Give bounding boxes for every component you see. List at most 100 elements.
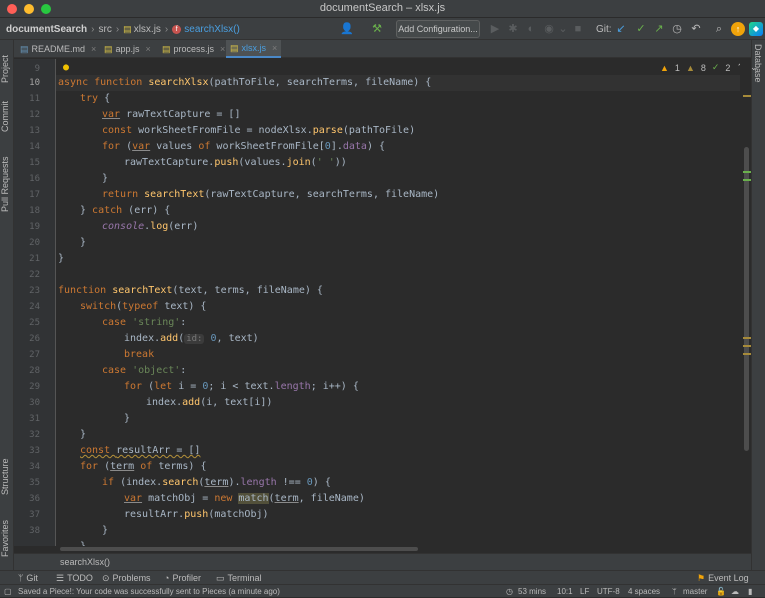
code-line: function searchText(text, terms, fileNam… (58, 285, 323, 296)
code-line: for (let i = 0; i < text.length; i++) { (124, 381, 359, 392)
scrollbar-thumb[interactable] (60, 547, 418, 551)
close-tab-icon[interactable]: × (220, 44, 225, 54)
code-line: console.log(err) (102, 221, 199, 232)
coverage-icon[interactable]: ◐ (524, 22, 538, 36)
line-number: 19 (29, 222, 40, 232)
js-file-icon: ▤ (104, 43, 113, 54)
profile-icon[interactable]: ◉ (542, 22, 556, 36)
user-icon[interactable]: 👤 (340, 22, 354, 36)
attach-icon[interactable]: ⌄ (556, 22, 570, 36)
close-tab-icon[interactable]: × (146, 44, 151, 54)
pull-requests-tool-button[interactable]: Pull Requests (0, 150, 14, 218)
code-line: } (80, 429, 87, 440)
folder-crumb[interactable]: src (98, 24, 111, 35)
build-hammer-icon[interactable]: ⚒ (370, 22, 384, 36)
update-icon[interactable]: ↑ (731, 22, 745, 36)
editor-tabs: ▤ README.md × ▤ app.js × ▤ process.js × … (14, 40, 751, 58)
line-separator[interactable]: LF (580, 585, 589, 598)
problems-tool-button[interactable]: ⊙ Problems (102, 571, 151, 585)
code-line: var rawTextCapture = [] (102, 109, 241, 120)
vertical-scrollbar[interactable] (740, 59, 751, 546)
error-stripe-marker[interactable] (743, 337, 751, 339)
add-configuration-button[interactable]: Add Configuration... (396, 20, 480, 38)
code-line: } (80, 539, 86, 546)
horizontal-scrollbar[interactable] (56, 546, 740, 552)
layout-icon[interactable]: ▢ (4, 585, 12, 598)
terminal-tool-button[interactable]: ▭ Terminal (216, 571, 262, 585)
structure-tool-button[interactable]: Structure (0, 452, 14, 502)
ok-count: 2 (725, 62, 731, 73)
error-stripe-marker[interactable] (743, 95, 751, 97)
file-encoding[interactable]: UTF-8 (597, 585, 620, 598)
git-branch[interactable]: master (683, 585, 707, 598)
status-message[interactable]: Saved a Piece!: Your code was successful… (18, 585, 280, 598)
line-number: 26 (29, 334, 40, 344)
git-push-icon[interactable]: ↗ (652, 22, 666, 36)
line-number: 25 (29, 318, 40, 328)
clock-icon: ◷ (506, 587, 513, 596)
run-icon[interactable]: ▶ (488, 22, 502, 36)
history-icon[interactable]: ◷ (670, 22, 684, 36)
tab-label: process.js (173, 44, 215, 54)
lightbulb-icon[interactable]: ● (63, 62, 69, 73)
code-editor[interactable]: ● async function searchXlsx(pathToFile, … (56, 59, 740, 546)
window-title: documentSearch – xlsx.js (319, 2, 446, 14)
time-tracker[interactable]: 53 mins (518, 585, 546, 598)
line-number: 11 (29, 94, 40, 104)
error-stripe-marker[interactable] (743, 353, 751, 355)
indent-setting[interactable]: 4 spaces (628, 585, 660, 598)
tab-process-js[interactable]: ▤ process.js × (158, 40, 229, 58)
code-line: index.add(id: 0, text) (124, 333, 259, 344)
chevron-down-icon[interactable]: ⌄ (750, 62, 758, 73)
error-stripe-marker[interactable] (743, 171, 751, 173)
problems-icon: ⊙ (102, 573, 110, 583)
project-tool-button[interactable]: Project (0, 46, 14, 92)
tab-xlsx-js[interactable]: ▤ xlsx.js × (226, 40, 282, 58)
git-commit-icon[interactable]: ✓ (634, 22, 648, 36)
todo-tool-button[interactable]: ☰ TODO (56, 571, 93, 585)
pieces-icon[interactable]: ☁ (731, 585, 739, 598)
error-stripe-marker[interactable] (743, 345, 751, 347)
memory-indicator-icon[interactable]: ▮ (748, 585, 752, 598)
stop-icon[interactable]: ■ (571, 22, 585, 36)
rollback-icon[interactable]: ↶ (689, 22, 703, 36)
close-tab-icon[interactable]: × (91, 44, 96, 54)
line-number: 20 (29, 238, 40, 248)
file-crumb[interactable]: xlsx.js (134, 24, 161, 35)
event-log-button[interactable]: ⚑ Event Log (697, 571, 749, 585)
tab-app-js[interactable]: ▤ app.js × (100, 40, 155, 58)
git-branch-icon: ᛘ (18, 573, 24, 583)
close-tab-icon[interactable]: × (272, 43, 277, 53)
toolbox-icon[interactable]: ◆ (749, 22, 763, 36)
warning-count: 1 (674, 62, 680, 73)
git-tool-button[interactable]: ᛘ Git (18, 571, 38, 585)
code-line: const resultArr = [] (80, 445, 201, 456)
commit-tool-button[interactable]: Commit (0, 96, 14, 138)
caret-position[interactable]: 10:1 (557, 585, 573, 598)
line-number: 37 (29, 510, 40, 520)
project-crumb[interactable]: documentSearch (6, 24, 87, 35)
chevron-right-icon: › (164, 23, 169, 35)
error-stripe-marker[interactable] (743, 179, 751, 181)
lock-icon[interactable]: 🔓 (716, 585, 726, 598)
line-number: 23 (29, 286, 40, 296)
favorites-tool-button[interactable]: Favorites (0, 514, 14, 562)
line-number-gutter[interactable]: 9 10 11 12 13 14 15 16 17 18 19 20 21 22… (14, 59, 56, 546)
status-bar: ▢ Saved a Piece!: Your code was successf… (0, 584, 765, 597)
profiler-tool-button[interactable]: ◔ Profiler (164, 571, 201, 585)
breadcrumb-item[interactable]: searchXlsx() (60, 557, 110, 567)
tab-readme[interactable]: ▤ README.md × (16, 40, 100, 58)
code-line: case 'object': (102, 365, 187, 376)
scrollbar-thumb[interactable] (744, 147, 749, 451)
debug-icon[interactable]: ✱ (506, 22, 520, 36)
event-log-icon: ⚑ (697, 573, 706, 583)
symbol-crumb[interactable]: searchXlsx() (184, 24, 240, 35)
code-line: async function searchXlsx(pathToFile, se… (58, 77, 432, 88)
code-line: break (124, 349, 155, 360)
chevron-right-icon: › (91, 23, 95, 35)
git-update-icon[interactable]: ↙ (614, 22, 628, 36)
search-icon[interactable]: ⌕ (712, 22, 726, 36)
tab-label: README.md (31, 44, 86, 54)
code-line: index.add(i, text[i]) (146, 397, 273, 408)
chevron-right-icon: › (115, 23, 120, 35)
